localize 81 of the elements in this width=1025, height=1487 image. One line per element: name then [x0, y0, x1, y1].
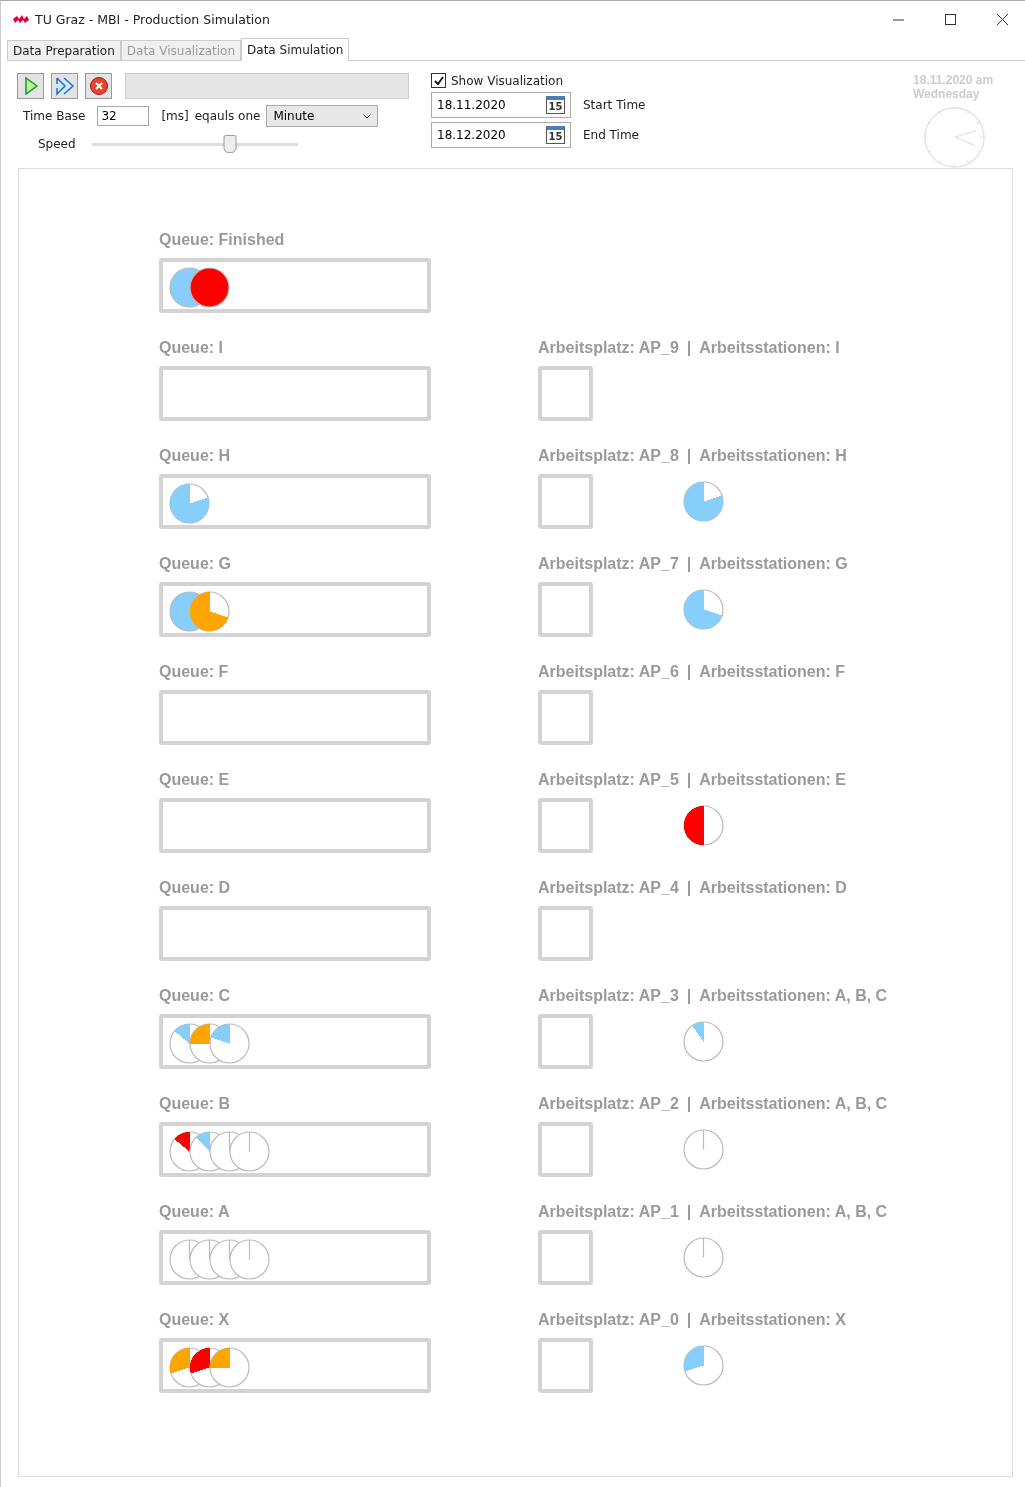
workplace-label: Arbeitsplatz: AP_7 — [538, 555, 679, 574]
separator: | — [686, 1203, 692, 1222]
fast-forward-icon — [53, 76, 76, 96]
separator: | — [686, 987, 692, 1006]
workplace-label: Arbeitsplatz: AP_5 — [538, 771, 679, 790]
workstations-label: Arbeitsstationen: F — [699, 663, 846, 682]
workplace-box — [538, 906, 593, 961]
workplace-box — [538, 582, 593, 637]
workplace-box — [538, 366, 593, 421]
separator: | — [686, 1311, 692, 1330]
workplace-box — [538, 690, 593, 745]
workstations-label: Arbeitsstationen: A, B, C — [699, 1203, 888, 1222]
close-icon — [996, 13, 1008, 25]
workstations-label: Arbeitsstationen: D — [699, 879, 847, 898]
end-time-field[interactable]: 18.12.2020 15 — [431, 122, 571, 148]
queue-label: Queue: E — [159, 771, 231, 790]
workplace-label: Arbeitsplatz: AP_1 — [538, 1203, 679, 1222]
queue-label: Queue: I — [159, 339, 224, 358]
calendar-icon[interactable]: 15 — [546, 96, 565, 114]
unit-label: [ms] — [161, 109, 189, 123]
time-base-field[interactable]: 32 — [97, 106, 150, 126]
workstations-label: Arbeitsstationen: H — [699, 447, 847, 466]
equals-label: eqauls one — [194, 109, 261, 123]
separator: | — [686, 879, 692, 898]
start-time-field[interactable]: 18.11.2020 15 — [431, 92, 571, 118]
workplace-label: Arbeitsplatz: AP_3 — [538, 987, 679, 1006]
queue-label: Queue: X — [159, 1311, 231, 1330]
separator: | — [686, 555, 692, 574]
workstations-label: Arbeitsstationen: I — [699, 339, 840, 358]
checkbox-label[interactable]: Show Visualization — [451, 73, 563, 88]
time-base-label: Time Base — [23, 109, 86, 123]
tab[interactable]: Data Simulation — [241, 38, 350, 61]
logo-icon — [13, 14, 29, 24]
stop-icon — [88, 76, 109, 96]
checkbox[interactable] — [431, 73, 446, 88]
queue-label: Queue: D — [159, 879, 232, 898]
fast-forward-button[interactable] — [51, 73, 78, 99]
workplace-label: Arbeitsplatz: AP_0 — [538, 1311, 679, 1330]
workplace-label: Arbeitsplatz: AP_2 — [538, 1095, 679, 1114]
queue-label: Queue: H — [159, 447, 232, 466]
workplace-box — [538, 1230, 593, 1285]
workplace-box — [538, 1014, 593, 1069]
workstations-label: Arbeitsstationen: A, B, C — [699, 1095, 888, 1114]
speed-label: Speed — [38, 137, 76, 151]
end-time-label: End Time — [583, 128, 639, 142]
queue-label: Queue: F — [159, 663, 230, 682]
queue-label: Queue: B — [159, 1095, 232, 1114]
separator: | — [686, 447, 692, 466]
calendar-icon[interactable]: 15 — [546, 126, 565, 144]
queue-label: Queue: C — [159, 987, 232, 1006]
queue-label: Queue: A — [159, 1203, 231, 1222]
separator: | — [686, 339, 692, 358]
workplace-box — [538, 1338, 593, 1393]
unit-dropdown[interactable]: Minute — [266, 105, 379, 127]
caret-icon — [363, 113, 372, 119]
workstations-label: Arbeitsstationen: A, B, C — [699, 987, 888, 1006]
workstations-label: Arbeitsstationen: G — [699, 555, 848, 574]
play-button[interactable] — [17, 73, 44, 99]
window-title: TU Graz - MBI - Production Simulation — [35, 11, 271, 27]
play-icon — [22, 76, 39, 96]
workplace-box — [538, 474, 593, 529]
separator: | — [686, 1095, 692, 1114]
queue-label: Queue: G — [159, 555, 232, 574]
workplace-label: Arbeitsplatz: AP_4 — [538, 879, 679, 898]
stop-button[interactable] — [85, 73, 112, 99]
workplace-box — [538, 1122, 593, 1177]
start-time-label: Start Time — [583, 98, 646, 112]
date-value: 18.11.2020 — [437, 98, 506, 112]
maximize-icon — [944, 13, 956, 25]
slider-thumb[interactable] — [223, 135, 237, 153]
workplace-label: Arbeitsplatz: AP_9 — [538, 339, 679, 358]
tab[interactable]: Data Preparation — [7, 40, 121, 60]
separator: | — [686, 771, 692, 790]
separator: | — [686, 663, 692, 682]
date-value: 18.12.2020 — [437, 128, 506, 142]
workplace-label: Arbeitsplatz: AP_6 — [538, 663, 679, 682]
workplace-label: Arbeitsplatz: AP_8 — [538, 447, 679, 466]
workstations-label: Arbeitsstationen: E — [699, 771, 846, 790]
workplace-box — [538, 798, 593, 853]
queue-label: Queue: Finished — [159, 231, 286, 250]
workstations-label: Arbeitsstationen: X — [699, 1311, 846, 1330]
